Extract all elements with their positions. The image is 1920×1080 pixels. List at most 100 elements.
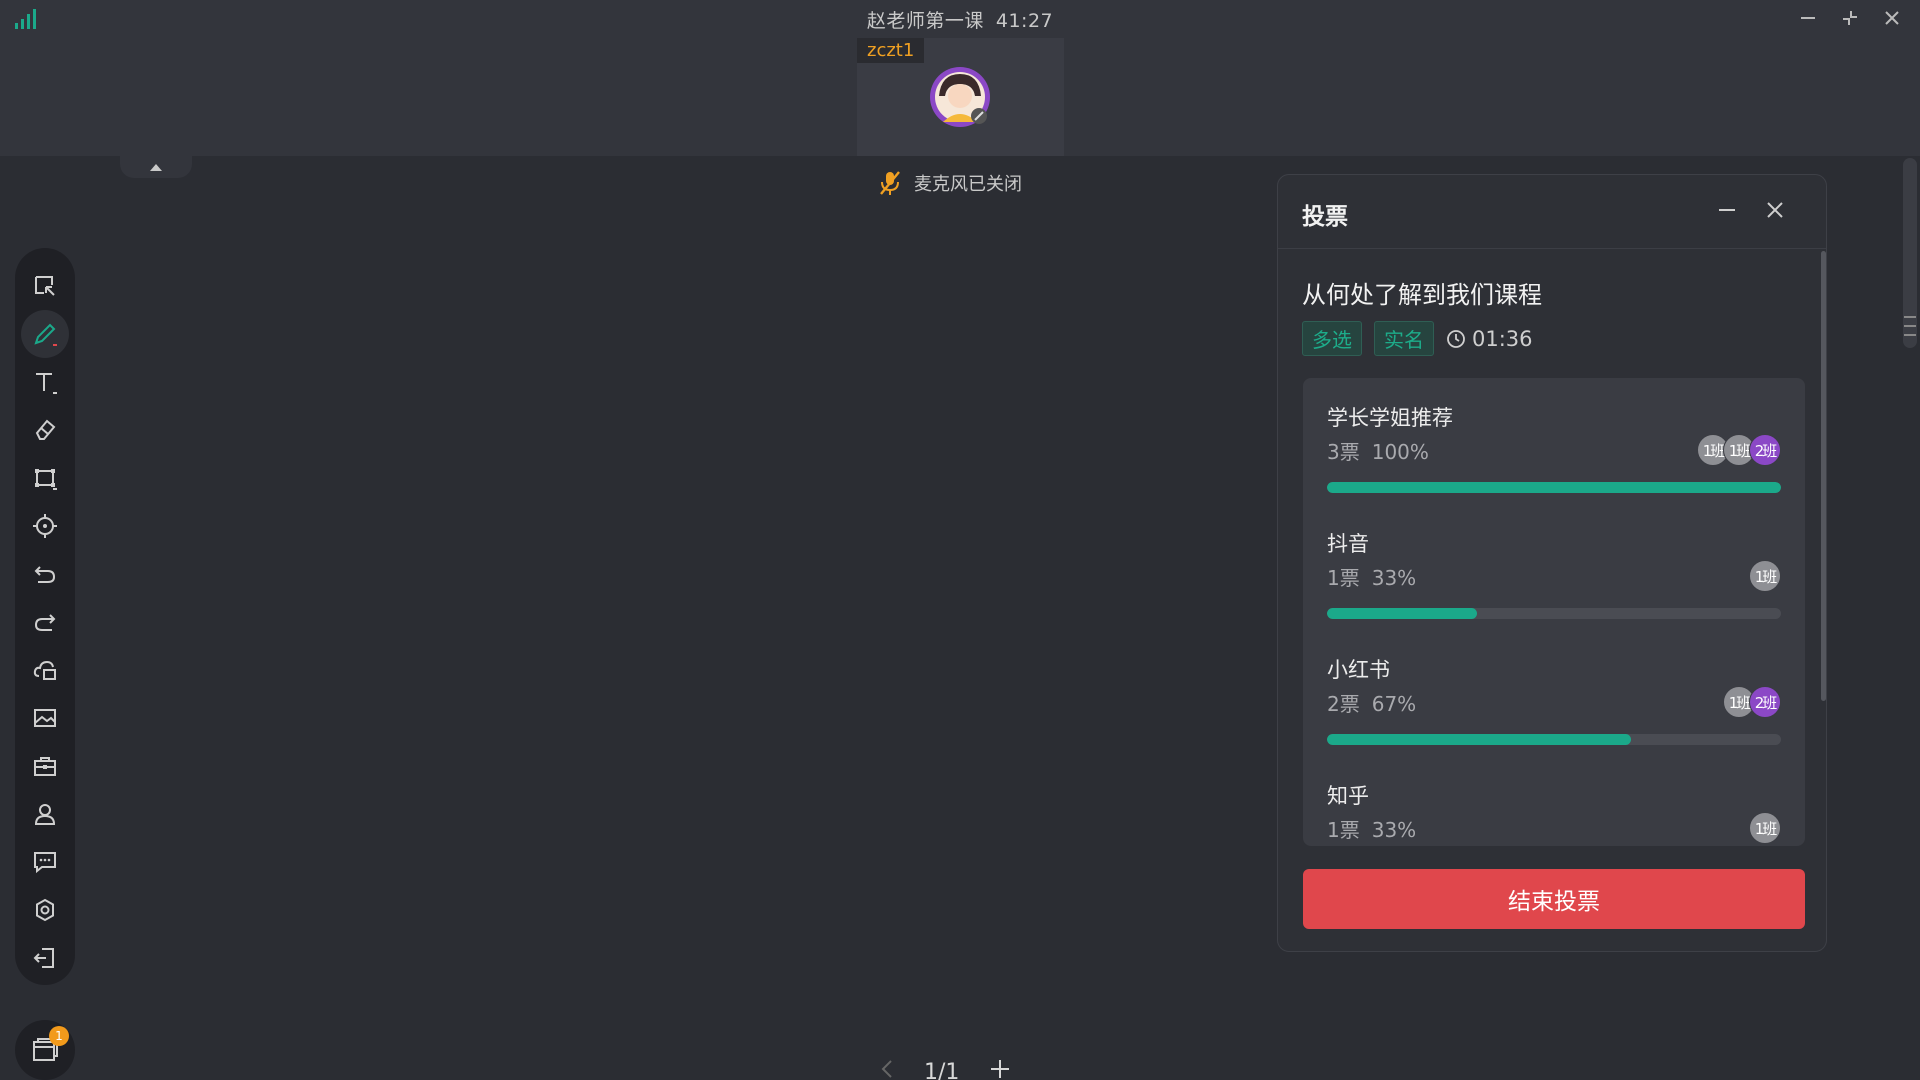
text-tool-button[interactable] bbox=[21, 358, 69, 406]
poll-options-list: 学长学姐推荐 3票 100% 2班 1班 1班 抖音 1票 33% 1班 小红书 2票 6… bbox=[1303, 378, 1805, 846]
vote-percent: 33% bbox=[1371, 566, 1417, 590]
close-window-button[interactable] bbox=[1878, 6, 1906, 30]
vote-percent: 67% bbox=[1371, 692, 1417, 716]
redo-icon bbox=[34, 614, 56, 631]
option-stats: 3票 100% bbox=[1327, 436, 1429, 465]
caret-up-icon bbox=[150, 164, 162, 171]
poll-option: 小红书 2票 67% 2班 1班 bbox=[1327, 630, 1781, 750]
progress-bar bbox=[1327, 608, 1781, 619]
participant-video-tile[interactable]: zczt1 bbox=[857, 38, 1064, 156]
option-label: 知乎 bbox=[1327, 784, 1369, 808]
settings-button[interactable] bbox=[21, 886, 69, 934]
submenu-indicator bbox=[53, 488, 57, 490]
undo-button[interactable] bbox=[21, 550, 69, 598]
shape-tool-button[interactable] bbox=[21, 454, 69, 502]
insert-image-button[interactable] bbox=[21, 694, 69, 742]
poll-scrollbar[interactable] bbox=[1821, 251, 1826, 701]
mic-status-text: 麦克风已关闭 bbox=[914, 174, 1022, 195]
restore-window-button[interactable] bbox=[1836, 6, 1864, 30]
scrollbar-grip[interactable] bbox=[1902, 308, 1918, 344]
voter-avatar: 2班 bbox=[1749, 434, 1781, 466]
progress-bar bbox=[1327, 482, 1781, 493]
prev-page-button[interactable] bbox=[880, 1059, 894, 1080]
minimize-poll-button[interactable] bbox=[1714, 197, 1740, 223]
undo-icon bbox=[34, 566, 56, 583]
toolbox-icon bbox=[34, 757, 56, 776]
poll-header: 投票 bbox=[1278, 175, 1826, 249]
minimize-icon bbox=[1801, 17, 1815, 19]
voter-avatars[interactable]: 1班 bbox=[1749, 560, 1781, 592]
chevron-left-icon bbox=[881, 1060, 892, 1078]
notification-badge: 1 bbox=[49, 1026, 69, 1046]
select-tool-button[interactable] bbox=[21, 262, 69, 310]
crosshair-icon bbox=[33, 514, 57, 538]
whiteboard-toolbar bbox=[15, 248, 75, 985]
add-page-button[interactable] bbox=[989, 1058, 1011, 1080]
vote-count: 3票 bbox=[1327, 440, 1360, 464]
voter-avatar: 1班 bbox=[1749, 812, 1781, 844]
poll-option: 知乎 1票 33% 1班 bbox=[1327, 756, 1781, 846]
minimize-icon bbox=[1719, 209, 1735, 211]
mic-status: 麦克风已关闭 bbox=[878, 170, 1022, 196]
option-label: 抖音 bbox=[1327, 532, 1369, 556]
poll-panel: 投票 从何处了解到我们课程 多选 实名 01:36 学长学姐推荐 3票 100% … bbox=[1277, 174, 1827, 952]
members-button[interactable] bbox=[21, 790, 69, 838]
progress-fill bbox=[1327, 608, 1477, 619]
avatar bbox=[930, 67, 990, 127]
toolbox-button[interactable] bbox=[21, 742, 69, 790]
laser-pointer-tool-button[interactable] bbox=[21, 502, 69, 550]
cloud-files-button[interactable] bbox=[21, 646, 69, 694]
minimize-window-button[interactable] bbox=[1794, 6, 1822, 30]
vote-count: 2票 bbox=[1327, 692, 1360, 716]
poll-option: 学长学姐推荐 3票 100% 2班 1班 1班 bbox=[1327, 378, 1781, 498]
redo-button[interactable] bbox=[21, 598, 69, 646]
end-poll-button[interactable]: 结束投票 bbox=[1303, 869, 1805, 929]
chat-button[interactable] bbox=[21, 838, 69, 886]
poll-question: 从何处了解到我们课程 bbox=[1302, 281, 1542, 309]
option-stats: 1票 33% bbox=[1327, 814, 1416, 843]
option-label: 学长学姐推荐 bbox=[1327, 406, 1453, 430]
voter-avatar: 2班 bbox=[1749, 686, 1781, 718]
shrink-icon bbox=[1843, 11, 1857, 25]
chat-icon bbox=[34, 852, 56, 874]
voter-avatar: 1班 bbox=[1749, 560, 1781, 592]
voter-avatars[interactable]: 2班 1班 1班 bbox=[1697, 434, 1781, 466]
page-navigator: 1/1 bbox=[880, 1058, 1011, 1080]
select-icon bbox=[35, 276, 55, 296]
collapse-toggle-button[interactable] bbox=[120, 156, 192, 178]
user-icon bbox=[34, 804, 56, 825]
close-icon bbox=[1767, 202, 1783, 218]
eraser-tool-button[interactable] bbox=[21, 406, 69, 454]
class-name: 赵老师第一课 bbox=[866, 10, 984, 32]
option-stats: 2票 67% bbox=[1327, 688, 1416, 717]
pen-tool-button[interactable] bbox=[21, 310, 69, 358]
vote-percent: 100% bbox=[1371, 440, 1429, 464]
progress-bar bbox=[1327, 734, 1781, 745]
voter-avatars[interactable]: 1班 bbox=[1749, 812, 1781, 844]
elapsed-time: 41:27 bbox=[995, 10, 1054, 32]
image-icon bbox=[34, 709, 56, 727]
voter-avatars[interactable]: 2班 1班 bbox=[1723, 686, 1781, 718]
option-label: 小红书 bbox=[1327, 658, 1390, 682]
poll-panel-title: 投票 bbox=[1302, 204, 1348, 230]
courseware-dock-button[interactable]: 1 bbox=[15, 1020, 75, 1080]
exit-button[interactable] bbox=[21, 934, 69, 982]
participant-name: zczt1 bbox=[857, 38, 925, 63]
window-controls bbox=[1794, 6, 1906, 30]
vote-count: 1票 bbox=[1327, 566, 1360, 590]
multi-select-tag: 多选 bbox=[1302, 321, 1362, 356]
real-name-tag: 实名 bbox=[1374, 321, 1434, 356]
option-stats: 1票 33% bbox=[1327, 562, 1416, 591]
poll-timer: 01:36 bbox=[1446, 327, 1533, 351]
poll-tags: 多选 实名 01:36 bbox=[1302, 321, 1533, 356]
vote-percent: 33% bbox=[1371, 818, 1417, 842]
submenu-indicator bbox=[53, 392, 57, 394]
top-bar: 赵老师第一课 41:27 zczt1 bbox=[0, 0, 1920, 156]
exit-icon bbox=[33, 948, 54, 968]
close-poll-button[interactable] bbox=[1762, 197, 1788, 223]
class-title: 赵老师第一课 41:27 bbox=[0, 6, 1920, 33]
gear-icon bbox=[36, 898, 54, 922]
progress-fill bbox=[1327, 734, 1632, 745]
progress-fill bbox=[1327, 482, 1781, 493]
mic-muted-icon bbox=[880, 171, 900, 195]
